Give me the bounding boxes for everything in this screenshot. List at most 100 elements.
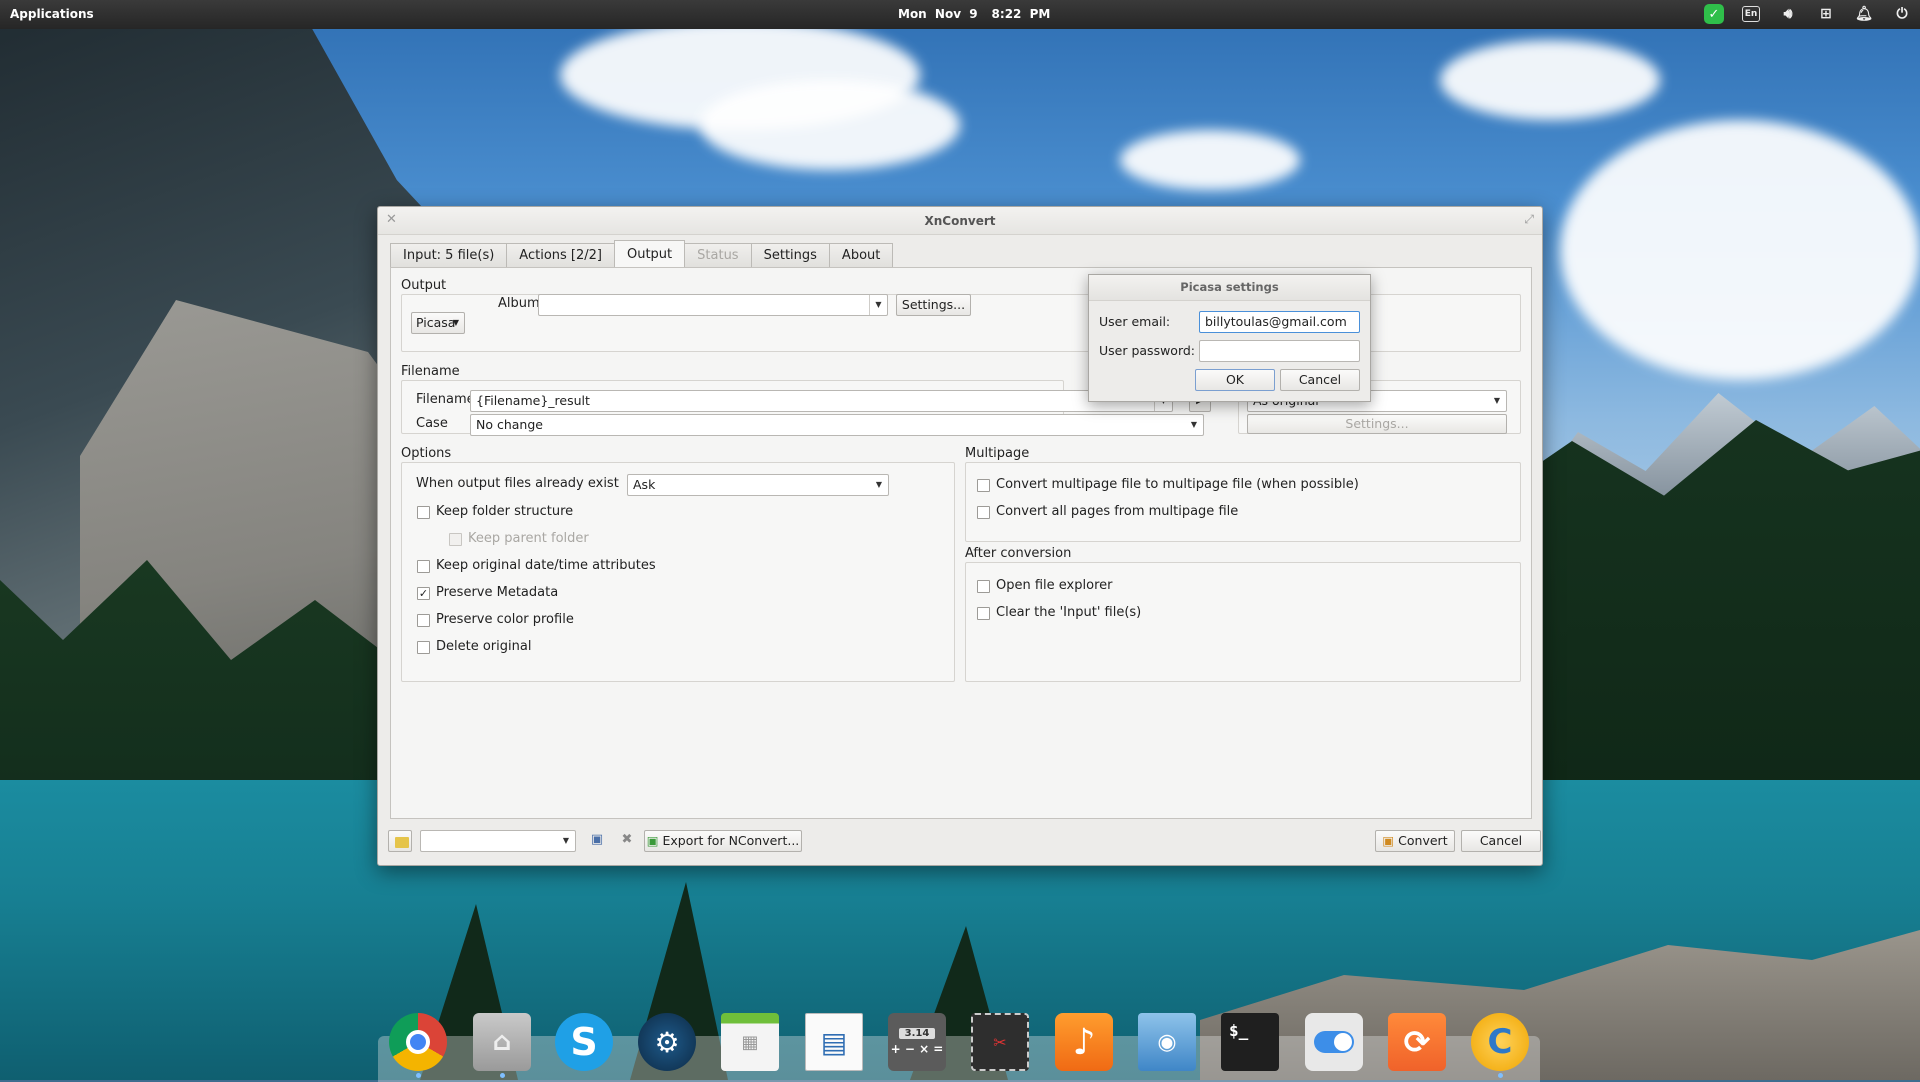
- multipage-all-label: Convert all pages from multipage file: [996, 504, 1239, 519]
- chevron-down-icon[interactable]: ▼: [1185, 415, 1203, 435]
- keep-parent-checkbox: [449, 533, 462, 546]
- clock[interactable]: Mon Nov 9 8:22 PM: [898, 7, 1064, 21]
- album-combo[interactable]: ▼: [538, 294, 888, 316]
- dialog-title: Picasa settings: [1089, 275, 1370, 301]
- exist-value: Ask: [633, 477, 656, 492]
- toggle-settings-icon[interactable]: [1302, 1010, 1366, 1074]
- steam-icon[interactable]: ⚙: [635, 1010, 699, 1074]
- keep-parent-label: Keep parent folder: [468, 531, 589, 546]
- shield-check-icon[interactable]: ✓: [1704, 4, 1724, 24]
- filename-input[interactable]: {Filename}_result ▼: [470, 390, 1173, 412]
- filename-value: {Filename}_result: [476, 393, 590, 408]
- tab-bar: Input: 5 file(s) Actions [2/2] Output St…: [390, 240, 894, 267]
- ok-button[interactable]: OK: [1195, 369, 1275, 391]
- terminal-prompt: $_: [1221, 1013, 1279, 1071]
- maximize-icon[interactable]: ⤢: [1524, 212, 1534, 227]
- convert-button[interactable]: ▣ Convert: [1375, 830, 1455, 852]
- delete-icon[interactable]: ✖: [616, 830, 638, 852]
- tab-settings[interactable]: Settings: [750, 243, 830, 267]
- export-nconvert-button[interactable]: ▣ Export for NConvert...: [644, 830, 802, 852]
- destination-value: Picasa: [416, 315, 456, 330]
- applications-menu[interactable]: Applications: [10, 7, 94, 21]
- multipage-all-checkbox[interactable]: [977, 506, 990, 519]
- volume-icon[interactable]: 🔊︎: [1778, 4, 1798, 24]
- power-icon[interactable]: ⏻: [1892, 4, 1912, 24]
- after-section-label: After conversion: [965, 546, 1072, 561]
- dialog-cancel-button[interactable]: Cancel: [1280, 369, 1360, 391]
- network-icon[interactable]: ⊞: [1816, 4, 1836, 24]
- cancel-button[interactable]: Cancel: [1461, 830, 1541, 852]
- image-viewer-icon[interactable]: ◉: [1135, 1010, 1199, 1074]
- filename-label: Filename: [416, 392, 475, 407]
- chevron-down-icon[interactable]: ▼: [1488, 391, 1506, 411]
- password-field[interactable]: [1199, 340, 1360, 362]
- preserve-metadata-label: Preserve Metadata: [436, 585, 559, 600]
- multipage-convert-checkbox[interactable]: [977, 479, 990, 492]
- format-settings-button: Settings...: [1247, 414, 1507, 434]
- document-viewer-icon[interactable]: ▤: [802, 1010, 866, 1074]
- chevron-down-icon[interactable]: ▼: [869, 295, 887, 315]
- terminal-icon[interactable]: $_: [1218, 1010, 1282, 1074]
- screenshot-icon[interactable]: ✂: [968, 1010, 1032, 1074]
- email-label: User email:: [1099, 314, 1171, 329]
- keep-folder-label: Keep folder structure: [436, 504, 574, 519]
- album-settings-button[interactable]: Settings...: [896, 294, 971, 316]
- multipage-group: [965, 462, 1521, 542]
- chevron-down-icon: ▼: [452, 318, 459, 327]
- export-label: Export for NConvert...: [662, 833, 800, 848]
- chevron-down-icon[interactable]: ▼: [870, 475, 888, 495]
- clear-input-checkbox[interactable]: [977, 607, 990, 620]
- window-titlebar[interactable]: ✕ XnConvert ⤢: [378, 207, 1542, 235]
- xnconvert-icon[interactable]: C: [1468, 1010, 1532, 1078]
- home-folder-icon[interactable]: ⌂: [470, 1010, 534, 1078]
- window-title: XnConvert: [924, 214, 996, 228]
- clock-date: Mon Nov 9: [898, 7, 978, 21]
- tab-input[interactable]: Input: 5 file(s): [390, 243, 508, 267]
- multipage-convert-label: Convert multipage file to multipage file…: [996, 477, 1359, 492]
- tab-about[interactable]: About: [828, 243, 894, 267]
- email-field[interactable]: billytoulas@gmail.com: [1199, 311, 1360, 333]
- preset-combo[interactable]: ▼: [420, 830, 576, 852]
- tab-output[interactable]: Output: [613, 240, 686, 267]
- open-folder-button[interactable]: [388, 830, 412, 852]
- delete-original-checkbox[interactable]: [417, 641, 430, 654]
- chevron-down-icon[interactable]: ▼: [557, 831, 575, 851]
- picasa-settings-dialog: Picasa settings User email: billytoulas@…: [1088, 274, 1371, 402]
- preserve-color-checkbox[interactable]: [417, 614, 430, 627]
- keep-date-checkbox[interactable]: [417, 560, 430, 573]
- preserve-color-label: Preserve color profile: [436, 612, 574, 627]
- tab-actions[interactable]: Actions [2/2]: [506, 243, 615, 267]
- save-icon[interactable]: ▣: [586, 830, 608, 852]
- exist-select[interactable]: Ask ▼: [627, 474, 889, 496]
- clear-input-label: Clear the 'Input' file(s): [996, 605, 1142, 620]
- notification-bell-icon[interactable]: 🔔︎: [1854, 4, 1874, 24]
- output-section-label: Output: [401, 278, 447, 293]
- case-select[interactable]: No change ▼: [470, 414, 1204, 436]
- update-icon[interactable]: ⟳: [1385, 1010, 1449, 1074]
- password-label: User password:: [1099, 343, 1196, 358]
- preserve-metadata-checkbox[interactable]: ✓: [417, 587, 430, 600]
- system-tray: ✓ En 🔊︎ ⊞ 🔔︎ ⏻: [1704, 4, 1912, 24]
- destination-select[interactable]: Picasa ▼: [411, 312, 465, 334]
- case-value: No change: [476, 417, 543, 432]
- folder-icon: [395, 837, 409, 848]
- dock: ⌂ S ⚙ ▦ ▤ 3.14 + − × = ✂ ♪ ◉ $_ ⟳ C: [378, 1002, 1540, 1082]
- case-label: Case: [416, 416, 448, 431]
- music-player-icon[interactable]: ♪: [1052, 1010, 1116, 1074]
- skype-icon[interactable]: S: [552, 1010, 616, 1074]
- convert-label: Convert: [1398, 833, 1448, 848]
- filename-section-label: Filename: [401, 364, 460, 379]
- convert-icon: ▣: [1382, 833, 1395, 848]
- tab-status: Status: [684, 243, 752, 267]
- running-indicator: [416, 1073, 421, 1078]
- calendar-icon[interactable]: ▦: [718, 1010, 782, 1074]
- open-explorer-checkbox[interactable]: [977, 580, 990, 593]
- export-icon: ▣: [646, 833, 659, 848]
- keyboard-layout-icon[interactable]: En: [1742, 6, 1760, 22]
- calculator-icon[interactable]: 3.14 + − × =: [885, 1010, 949, 1074]
- options-section-label: Options: [401, 446, 452, 461]
- keep-folder-checkbox[interactable]: [417, 506, 430, 519]
- exist-label: When output files already exist: [416, 476, 619, 491]
- calculator-display: 3.14: [898, 1028, 936, 1039]
- chrome-icon[interactable]: [386, 1010, 450, 1078]
